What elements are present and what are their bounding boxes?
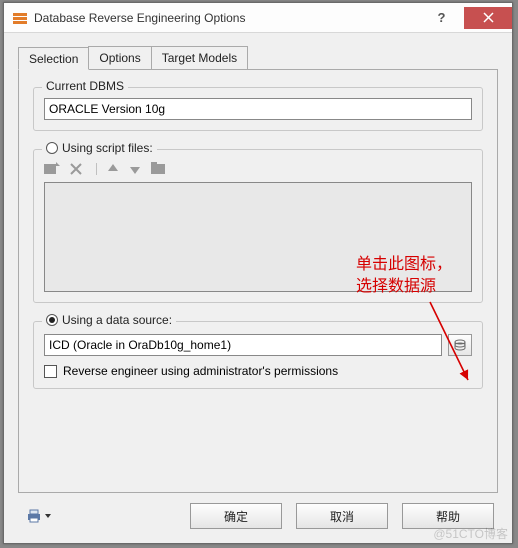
add-file-icon[interactable]	[44, 162, 60, 176]
reverse-engineer-checkbox-row[interactable]: Reverse engineer using administrator's p…	[44, 364, 472, 378]
titlebar-close-button[interactable]	[464, 7, 512, 29]
titlebar: Database Reverse Engineering Options ?	[4, 3, 512, 33]
watermark: @51CTO博客	[433, 525, 508, 542]
tools-dropdown[interactable]	[22, 506, 56, 526]
group-data-source: Using a data source: Reverse engineer u	[33, 321, 483, 389]
current-dbms-field[interactable]	[44, 98, 472, 120]
reverse-engineer-label: Reverse engineer using administrator's p…	[63, 364, 338, 378]
radio-using-data-source[interactable]: Using a data source:	[42, 313, 176, 327]
folder-icon[interactable]	[151, 162, 167, 176]
app-icon	[12, 10, 28, 26]
group-current-dbms: Current DBMS	[33, 87, 483, 131]
tab-options[interactable]: Options	[88, 46, 151, 69]
chevron-down-icon	[44, 512, 52, 520]
tab-target-models[interactable]: Target Models	[151, 46, 248, 69]
data-source-label: Using a data source:	[62, 313, 172, 327]
move-down-icon[interactable]	[129, 163, 141, 175]
tabstrip: Selection Options Target Models	[18, 46, 498, 70]
annotation-text: 单击此图标， 选择数据源	[356, 254, 496, 299]
ok-button[interactable]: 确定	[190, 503, 282, 529]
checkbox-icon	[44, 365, 57, 378]
printer-icon	[26, 508, 42, 524]
tab-selection[interactable]: Selection	[18, 47, 89, 70]
radio-icon-selected	[46, 314, 58, 326]
group-label-current-dbms: Current DBMS	[42, 79, 128, 93]
window-title: Database Reverse Engineering Options	[34, 11, 419, 25]
script-files-label: Using script files:	[62, 141, 153, 155]
titlebar-help-button[interactable]: ?	[419, 7, 464, 29]
script-toolbar	[44, 160, 472, 180]
radio-icon	[46, 142, 58, 154]
cancel-button[interactable]: 取消	[296, 503, 388, 529]
select-data-source-button[interactable]	[448, 334, 472, 356]
dialog-button-row: 确定 取消 帮助	[18, 493, 498, 533]
remove-icon[interactable]	[70, 163, 82, 175]
data-source-field[interactable]	[44, 334, 442, 356]
move-up-icon[interactable]	[96, 163, 119, 175]
radio-using-script-files[interactable]: Using script files:	[42, 141, 157, 155]
